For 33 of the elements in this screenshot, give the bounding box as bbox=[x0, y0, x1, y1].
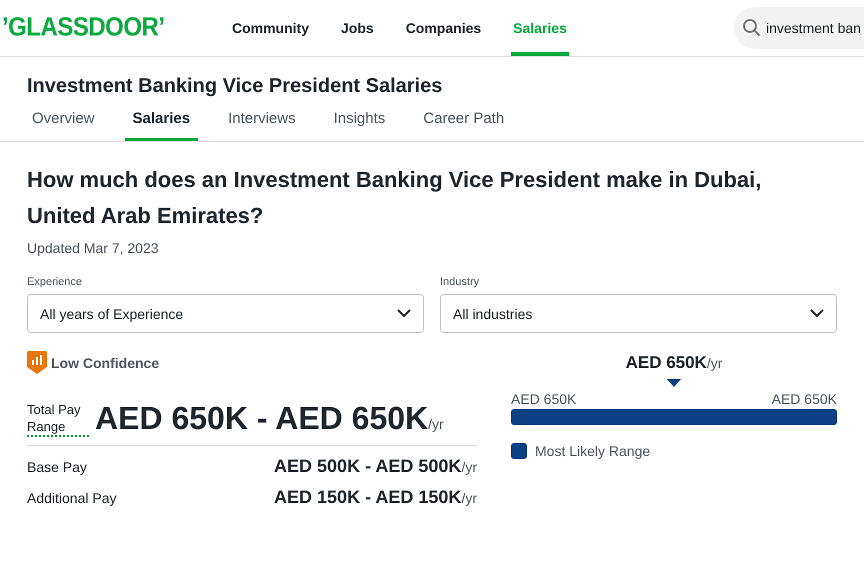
updated-date: Updated Mar 7, 2023 bbox=[27, 240, 160, 256]
tab[interactable]: Salaries bbox=[124, 110, 198, 141]
legend-swatch bbox=[511, 443, 527, 459]
nav-link[interactable]: Jobs bbox=[339, 0, 376, 56]
confidence-label: Low Confidence bbox=[51, 354, 160, 370]
chevron-down-icon bbox=[397, 309, 411, 318]
tab[interactable]: Career Path bbox=[415, 110, 512, 141]
total-pay-range: AED 650K - AED 650K/yr bbox=[95, 400, 444, 437]
search-icon bbox=[742, 18, 762, 38]
total-pay-label[interactable]: Total Pay Range bbox=[27, 401, 89, 437]
legend-label: Most Likely Range bbox=[535, 443, 650, 459]
pay-value: AED 500K - AED 500K/yr bbox=[274, 456, 477, 477]
filter-dropdown[interactable]: All years of Experience bbox=[27, 294, 424, 333]
page-title: Investment Banking Vice President Salaries bbox=[27, 74, 444, 99]
nav-link[interactable]: Community bbox=[230, 0, 311, 56]
question-heading: How much does an Investment Banking Vice President make in Dubai, United Arab Emirates? bbox=[27, 166, 762, 230]
tab[interactable]: Insights bbox=[326, 110, 394, 141]
filter-label: Experience bbox=[27, 276, 84, 288]
nav-link[interactable]: Companies bbox=[404, 0, 484, 56]
pay-value: AED 150K - AED 150K/yr bbox=[274, 487, 477, 508]
range-min: AED 650K bbox=[511, 391, 576, 407]
median-pay: AED 650K/yr bbox=[626, 353, 722, 373]
pay-label: Base Pay bbox=[27, 458, 87, 474]
confidence-icon bbox=[27, 351, 47, 374]
filter-label: Industry bbox=[440, 276, 480, 288]
pay-label: Additional Pay bbox=[27, 490, 117, 506]
pointer-icon bbox=[667, 379, 681, 387]
tab[interactable]: Overview bbox=[24, 110, 103, 141]
tab[interactable]: Interviews bbox=[220, 110, 304, 141]
filter-dropdown[interactable]: All industries bbox=[440, 294, 837, 333]
range-max: AED 650K bbox=[772, 391, 837, 407]
search-field[interactable]: investment ban bbox=[734, 7, 864, 49]
chevron-down-icon bbox=[810, 309, 824, 318]
